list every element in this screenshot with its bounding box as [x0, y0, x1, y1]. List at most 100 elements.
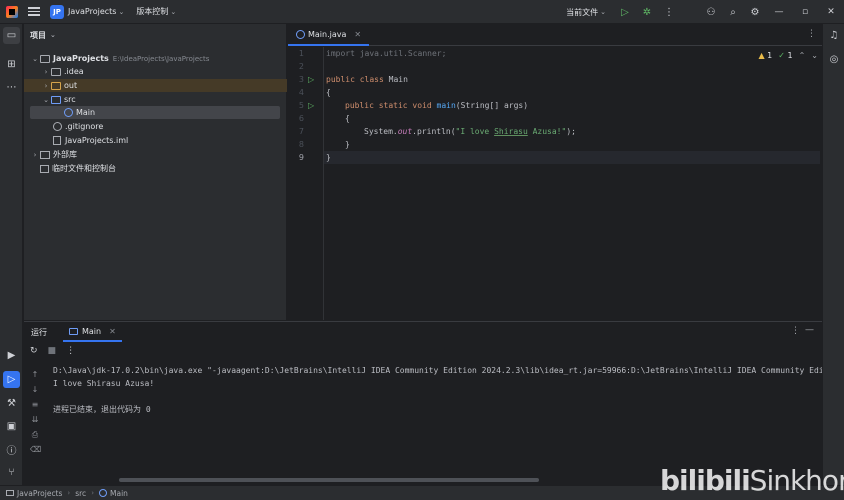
project-panel: 项目 ⌄ ⌄ JavaProjects E:\IdeaProjects\Java… — [24, 24, 287, 320]
project-tool-icon[interactable]: ▭ — [3, 27, 20, 44]
tab-main-java[interactable]: Main.java ✕ — [288, 24, 370, 46]
tree-item-label: 临时文件和控制台 — [52, 164, 116, 173]
tree-item-label: src — [64, 95, 76, 104]
static-field: out — [397, 127, 413, 136]
run-gutter-icon[interactable]: ▷ — [308, 76, 316, 84]
structure-tool-icon[interactable]: ⊞ — [3, 56, 20, 73]
stop-icon[interactable]: ■ — [48, 346, 57, 356]
arrow-down-icon[interactable]: ↓ — [30, 385, 40, 395]
search-icon[interactable]: ⌕ — [722, 7, 744, 18]
project-panel-title[interactable]: 项目 — [30, 30, 46, 41]
code-token: ); — [566, 127, 576, 136]
chevron-down-icon[interactable]: ⌄ — [600, 8, 606, 16]
run-gutter-icon[interactable]: ▷ — [308, 102, 316, 110]
tree-item-iml[interactable]: JavaProjects.iml — [24, 134, 287, 147]
horizontal-scrollbar[interactable] — [119, 478, 539, 482]
tree-item-label: .gitignore — [65, 122, 104, 131]
left-tool-strip: ▭ ⊞ ⋯ ▶ ▷ ⚒ ▣ ⓘ ⑂ — [0, 24, 23, 485]
breadcrumb-src[interactable]: src — [75, 489, 86, 498]
settings-gear-icon[interactable]: ⚙ — [744, 7, 766, 18]
minimize-button[interactable]: — — [766, 7, 792, 17]
run-config-selector[interactable]: 当前文件 — [566, 7, 598, 18]
run-icon[interactable]: ▷ — [614, 7, 636, 18]
more-icon[interactable]: ⋮ — [66, 346, 75, 356]
project-path: E:\IdeaProjects\JavaProjects — [112, 54, 210, 63]
chevron-down-icon[interactable]: ⌄ — [118, 8, 124, 16]
vcs-menu[interactable]: 版本控制 — [136, 6, 168, 17]
code-line-current[interactable]: } — [324, 151, 820, 164]
arrow-up-icon[interactable]: ↑ — [30, 370, 40, 380]
rerun-icon[interactable]: ↻ — [30, 346, 38, 356]
line-number: 6 — [298, 114, 304, 123]
more-icon[interactable]: ⋮ — [791, 326, 800, 336]
folder-icon — [51, 67, 61, 76]
project-badge[interactable]: JP — [50, 4, 64, 19]
notifications-bell-icon[interactable]: ♫ — [827, 28, 841, 42]
code-line[interactable]: public class Main — [326, 73, 822, 86]
code-line[interactable]: System.out.println("I love Shirasu Azusa… — [326, 125, 822, 138]
chevron-right-icon: › — [67, 489, 71, 497]
breadcrumb-main[interactable]: Main — [110, 489, 128, 498]
code-line[interactable]: public static void main(String[] args) — [326, 99, 822, 112]
problems-icon[interactable]: ⓘ — [3, 441, 20, 458]
build-hammer-icon[interactable]: ⚒ — [3, 395, 20, 412]
parameters: (String[] args) — [455, 101, 529, 110]
chevron-right-icon[interactable]: › — [30, 151, 40, 159]
print-icon[interactable]: ⎙ — [30, 430, 40, 440]
project-name[interactable]: JavaProjects — [68, 7, 116, 16]
add-user-icon[interactable]: ⚇ — [700, 7, 722, 18]
more-tools-icon[interactable]: ⋯ — [3, 79, 20, 96]
close-button[interactable]: ✕ — [818, 7, 844, 17]
tree-item-label: JavaProjects — [53, 54, 109, 63]
maximize-button[interactable]: ▫ — [792, 7, 818, 17]
debug-icon[interactable]: ✲ — [636, 7, 658, 18]
tree-item-idea[interactable]: › .idea — [24, 65, 287, 78]
tree-item-gitignore[interactable]: .gitignore — [24, 120, 287, 133]
terminal-icon[interactable]: ▣ — [3, 418, 20, 435]
tree-item-label: Main — [76, 108, 96, 117]
minimize-panel-icon[interactable]: — — [805, 325, 814, 335]
tree-item-out[interactable]: › out — [24, 79, 287, 92]
close-tab-icon[interactable]: ✕ — [354, 30, 361, 39]
chevron-down-icon[interactable]: ⌄ — [41, 96, 51, 104]
tree-item-label: out — [64, 81, 78, 90]
chevron-down-icon[interactable]: ⌄ — [30, 55, 40, 63]
code-line[interactable]: } — [326, 138, 822, 151]
editor-tabs: Main.java ✕ ⋮ — [288, 24, 822, 46]
main-menu-icon[interactable] — [28, 7, 40, 16]
soft-wrap-icon[interactable]: ≡ — [30, 400, 40, 410]
services-icon[interactable]: ▶ — [3, 347, 20, 364]
java-class-icon — [64, 108, 73, 117]
run-tool-icon[interactable]: ▷ — [3, 371, 20, 388]
run-tab-main[interactable]: Main ✕ — [63, 322, 122, 342]
ai-assistant-icon[interactable]: ◎ — [827, 52, 841, 66]
run-panel-title: 运行 — [31, 327, 47, 337]
tree-item-external-libraries[interactable]: › 外部库 — [24, 148, 287, 161]
tree-item-root[interactable]: ⌄ JavaProjects E:\IdeaProjects\JavaProje… — [24, 52, 287, 65]
scroll-to-end-icon[interactable]: ⇊ — [30, 415, 40, 425]
chevron-right-icon[interactable]: › — [41, 68, 51, 76]
line-number: 5 — [298, 101, 304, 110]
chevron-right-icon[interactable]: › — [41, 82, 51, 90]
close-tab-icon[interactable]: ✕ — [109, 327, 116, 336]
more-icon[interactable]: ⋮ — [658, 7, 680, 18]
chevron-down-icon[interactable]: ⌄ — [50, 31, 56, 39]
code-line[interactable]: { — [326, 112, 822, 125]
code-line[interactable]: import java.util.Scanner; — [326, 47, 822, 60]
source-folder-icon — [51, 95, 61, 104]
chevron-down-icon[interactable]: ⌄ — [170, 8, 176, 16]
line-number: 8 — [298, 140, 304, 149]
folder-icon — [40, 54, 50, 63]
breadcrumb-project[interactable]: JavaProjects — [17, 489, 62, 498]
brace: { — [326, 88, 331, 97]
more-icon[interactable]: ⋮ — [807, 29, 816, 39]
code-line[interactable]: { — [326, 86, 822, 99]
tree-item-main[interactable]: Main — [30, 106, 280, 119]
trash-icon[interactable]: ⌫ — [30, 445, 41, 455]
java-class-icon — [99, 489, 107, 497]
console-output[interactable]: D:\Java\jdk-17.0.2\bin\java.exe "-javaag… — [53, 364, 822, 474]
tree-item-scratches[interactable]: 临时文件和控制台 — [24, 162, 287, 175]
git-icon[interactable]: ⑂ — [3, 464, 20, 481]
tree-item-label: JavaProjects.iml — [65, 136, 129, 145]
tree-item-src[interactable]: ⌄ src — [24, 93, 287, 106]
